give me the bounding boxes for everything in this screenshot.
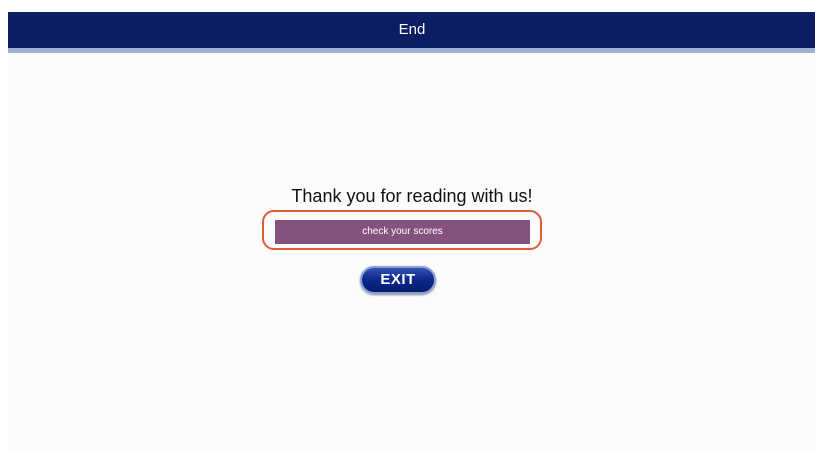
exit-button[interactable]: EXIT	[360, 266, 436, 294]
window-title: End	[8, 12, 815, 48]
check-scores-button[interactable]: check your scores	[275, 220, 530, 244]
app-window: End Thank you for reading with us! check…	[8, 12, 815, 453]
thank-you-heading: Thank you for reading with us!	[291, 186, 533, 206]
main-content: Thank you for reading with us! check you…	[8, 53, 815, 453]
